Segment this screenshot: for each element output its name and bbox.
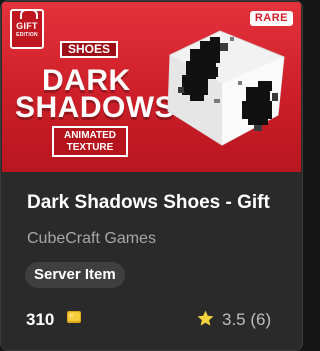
gift-edition-badge: GIFT EDITION xyxy=(10,9,44,49)
marketplace-item-card[interactable]: GIFT EDITION RARE SHOES DARK SHADOWS ANI… xyxy=(0,0,303,351)
rating-value: 3.5 (6) xyxy=(222,310,272,329)
item-title[interactable]: Dark Shadows Shoes - Gift xyxy=(27,192,270,214)
rarity-badge: RARE xyxy=(249,11,293,26)
price-value: 310 xyxy=(26,310,55,329)
minecoin-icon xyxy=(66,309,82,325)
gift-badge-line1: GIFT xyxy=(16,21,38,31)
item-type-badge: Server Item xyxy=(25,262,125,288)
star-icon xyxy=(196,309,215,328)
shoe-cube-render xyxy=(160,27,290,147)
gift-badge-line2: EDITION xyxy=(16,32,38,38)
art-category-tag: SHOES xyxy=(60,41,118,58)
item-thumbnail[interactable]: GIFT EDITION RARE SHOES DARK SHADOWS ANI… xyxy=(2,2,301,172)
creator-name[interactable]: CubeCraft Games xyxy=(27,230,156,248)
gift-icon xyxy=(20,9,38,19)
art-subtitle-line1: ANIMATED xyxy=(63,130,117,141)
art-subtitle-tag: ANIMATED TEXTURE xyxy=(52,126,128,157)
art-subtitle-line2: TEXTURE xyxy=(66,142,114,153)
art-title-line2: SHADOWS xyxy=(15,91,176,124)
